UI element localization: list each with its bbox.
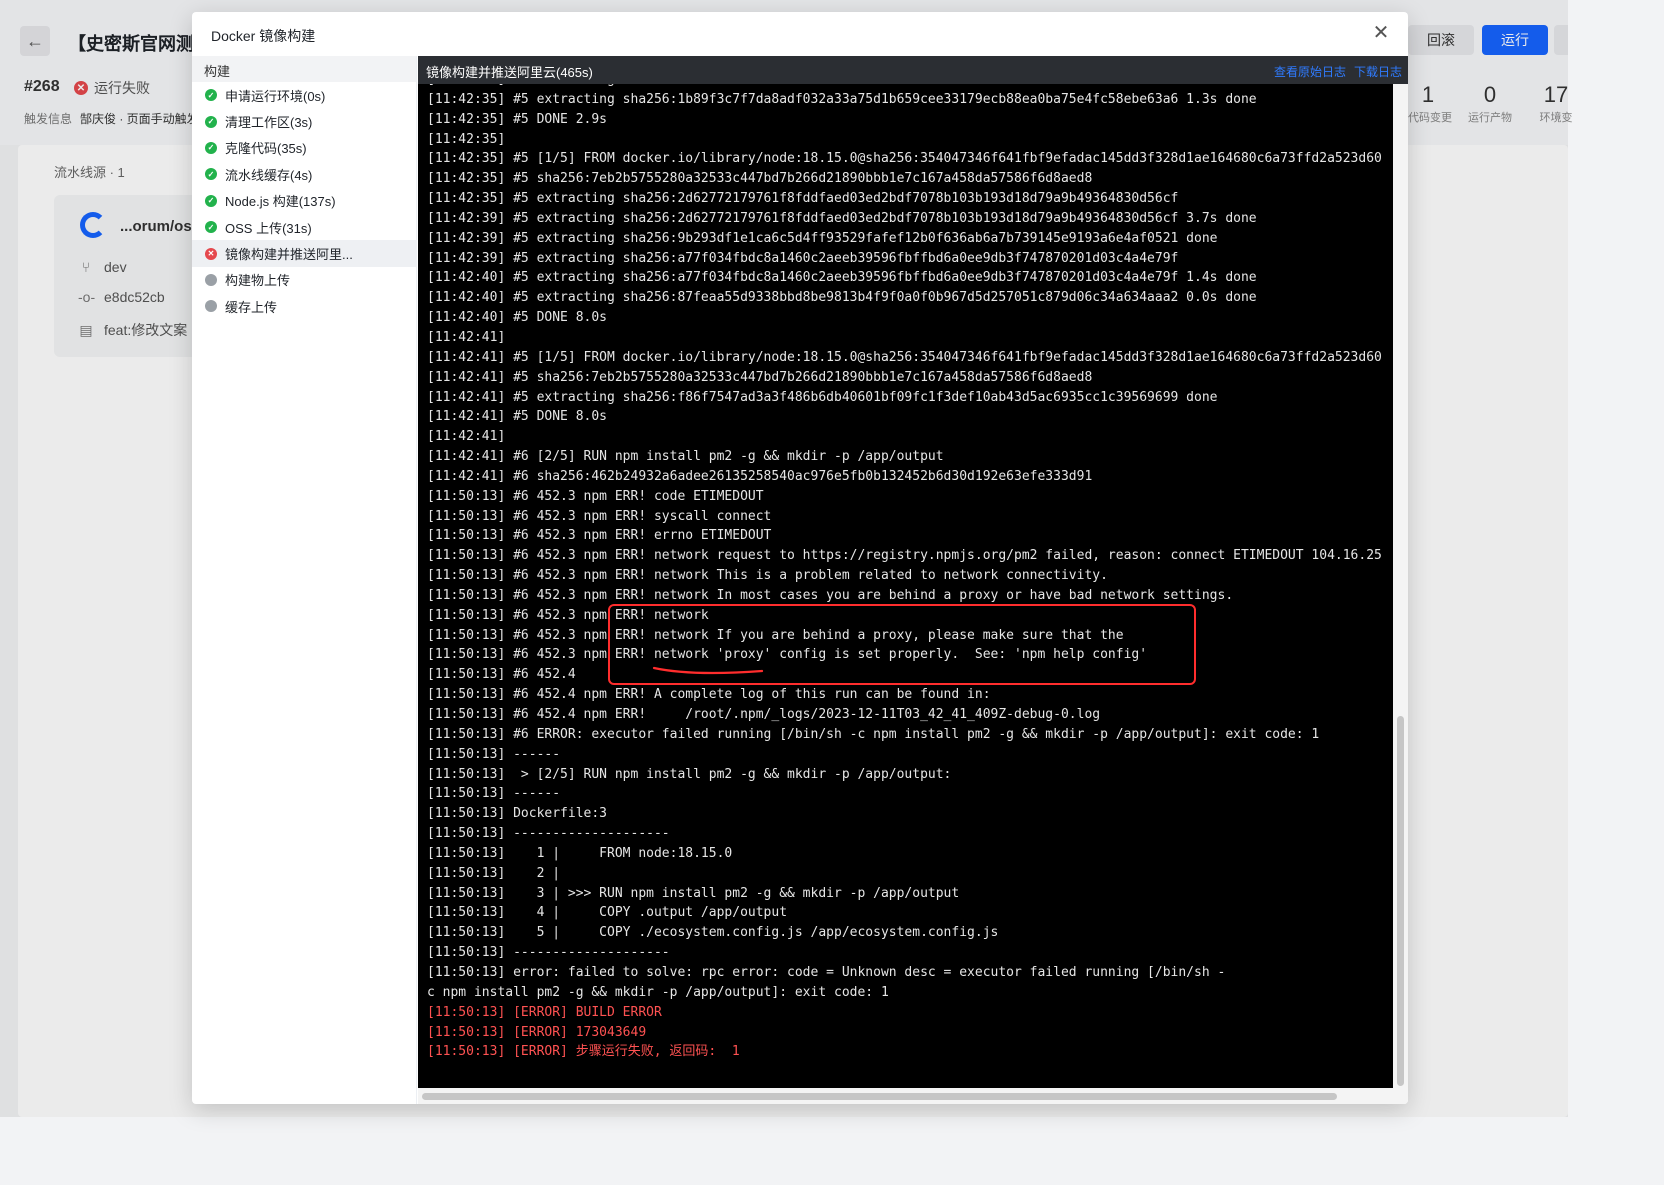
log-line: [11:50:13] error: failed to solve: rpc e…	[427, 964, 1226, 980]
step-label: 申请运行环境(0s)	[225, 88, 326, 104]
log-actions: 查看原始日志 下载日志	[1274, 63, 1402, 80]
log-line: [11:50:13] #6 452.4 npm ERR! /root/.npm/…	[427, 707, 1101, 722]
close-icon[interactable]: ✕	[1370, 22, 1392, 44]
log-line: [11:50:13] #6 ERROR: executor failed run…	[427, 726, 1320, 742]
step-label: OSS 上传(31s)	[225, 220, 312, 236]
vertical-scrollbar-thumb[interactable]	[1397, 716, 1404, 1086]
log-line: [11:42:39] #5 extracting sha256:a77f034f…	[427, 250, 1179, 266]
check-circle-icon: ✓	[205, 168, 217, 181]
modal-title: Docker 镜像构建	[211, 28, 316, 44]
log-line: [11:42:41] #6 sha256:462b24932a6adee2613…	[427, 468, 1093, 484]
clock-icon	[205, 300, 217, 313]
step-item[interactable]: ✓ 流水线缓存(4s)	[192, 161, 416, 187]
step-item[interactable]: ✕ 镜像构建并推送阿里...	[192, 240, 416, 267]
log-line: [11:42:41] #5 sha256:7eb2b5755280a32533c…	[427, 369, 1093, 385]
step-label: 流水线缓存(4s)	[225, 167, 313, 183]
log-line: [11:50:13] 1 | FROM node:18.15.0	[427, 845, 733, 861]
log-line: [11:42:35] #5 sha256:7eb2b5755280a32533c…	[427, 171, 1093, 187]
log-panel: 镜像构建并推送阿里云(465s) 查看原始日志 下载日志 [11:42:34] …	[418, 56, 1408, 1104]
log-line: [11:50:13] ------	[427, 786, 561, 802]
step-item[interactable]: ✓ 申请运行环境(0s)	[192, 82, 416, 108]
download-log-link[interactable]: 下载日志	[1354, 63, 1402, 80]
check-circle-icon: ✓	[205, 141, 217, 154]
log-line: [11:42:40] #5 extracting sha256:a77f034f…	[427, 270, 1257, 286]
step-label: 镜像构建并推送阿里...	[225, 247, 353, 263]
log-line: [11:42:35] #5 extracting sha256:2d627721…	[427, 191, 1179, 207]
log-line: [11:50:13] [ERROR] BUILD ERROR	[427, 1004, 662, 1020]
log-line: [11:50:13] [ERROR] 173043649	[427, 1024, 647, 1040]
log-line: [11:42:41]	[427, 329, 506, 345]
log-line: [11:50:13] #6 452.3 npm ERR! network Thi…	[427, 568, 1108, 584]
log-line: [11:50:13] [ERROR] 步骤运行失败, 返回码: 1	[427, 1044, 740, 1060]
horizontal-scrollbar-thumb[interactable]	[422, 1093, 1337, 1100]
log-line: [11:42:35] #5 extracting sha256:1b89f3c7…	[427, 91, 1257, 107]
log-line: [11:50:13] ------	[427, 746, 561, 762]
step-label: 缓存上传	[225, 299, 278, 315]
log-line: [11:42:41] #5 [1/5] FROM docker.io/libra…	[427, 349, 1382, 365]
step-label: 克隆代码(35s)	[225, 141, 307, 157]
log-line: [11:50:13] --------------------	[427, 826, 670, 842]
check-circle-icon: ✓	[205, 221, 217, 234]
check-circle-icon: ✓	[205, 115, 217, 128]
log-line: [11:50:13] #6 452.4 npm ERR! A complete …	[427, 687, 991, 703]
log-header: 镜像构建并推送阿里云(465s) 查看原始日志 下载日志	[418, 56, 1408, 84]
step-label: 构建物上传	[225, 273, 291, 289]
step-item[interactable]: ✓ 克隆代码(35s)	[192, 135, 416, 161]
log-output[interactable]: [11:42:34] #5 extracting sha256:1b89f3c7…	[418, 84, 1393, 1088]
log-line: [11:42:40] #5 extracting sha256:87feaa55…	[427, 290, 1257, 306]
step-item[interactable]: 缓存上传	[192, 293, 416, 319]
log-line: [11:50:13] #6 452.3 npm ERR! syscall con…	[427, 508, 772, 524]
log-title: 镜像构建并推送阿里云(465s)	[426, 65, 593, 80]
view-raw-log-link[interactable]: 查看原始日志	[1274, 63, 1346, 80]
log-line: [11:42:41] #6 [2/5] RUN npm install pm2 …	[427, 449, 944, 465]
log-line: [11:42:40] #5 DONE 8.0s	[427, 310, 608, 326]
log-line: c npm install pm2 -g && mkdir -p /app/ou…	[427, 984, 889, 1000]
log-line: [11:42:41] #5 extracting sha256:f86f7547…	[427, 389, 1218, 405]
log-line: [11:50:13] 5 | COPY ./ecosystem.config.j…	[427, 925, 999, 941]
log-line: [11:42:35]	[427, 131, 506, 147]
error-circle-icon: ✕	[205, 247, 217, 260]
log-line: [11:42:35] #5 [1/5] FROM docker.io/libra…	[427, 151, 1382, 167]
step-item[interactable]: 构建物上传	[192, 267, 416, 293]
step-label: 清理工作区(3s)	[225, 115, 313, 131]
log-line: [11:50:13] #6 452.3 npm ERR! network req…	[427, 548, 1382, 564]
step-label: Node.js 构建(137s)	[225, 194, 336, 210]
log-line: [11:42:39] #5 extracting sha256:2d627721…	[427, 210, 1257, 226]
build-steps-panel: 构建 ✓ 申请运行环境(0s) ✓ 清理工作区(3s) ✓ 克隆代码(35s) ✓ 流水线缓存…	[192, 56, 417, 1104]
log-line: [11:50:13] #6 452.3 npm ERR! code ETIMED…	[427, 488, 764, 504]
log-line: [11:50:13] 4 | COPY .output /app/output	[427, 905, 788, 921]
log-line: [11:50:13] 3 | >>> RUN npm install pm2 -…	[427, 885, 960, 901]
log-line: [11:50:13] #6 452.3 npm ERR! network In …	[427, 587, 1234, 603]
step-item[interactable]: ✓ 清理工作区(3s)	[192, 108, 416, 134]
clock-icon	[205, 273, 217, 286]
log-line: [11:50:13] #6 452.3 npm ERR! errno ETIME…	[427, 528, 772, 544]
log-line: [11:42:41]	[427, 429, 506, 445]
check-circle-icon: ✓	[205, 194, 217, 207]
log-line: [11:42:39] #5 extracting sha256:9b293df1…	[427, 230, 1218, 246]
log-lines: [11:42:34] #5 extracting sha256:1b89f3c7…	[427, 84, 1382, 1062]
step-list: ✓ 申请运行环境(0s) ✓ 清理工作区(3s) ✓ 克隆代码(35s) ✓ 流水线缓存(4s…	[192, 82, 416, 320]
step-item[interactable]: ✓ OSS 上传(31s)	[192, 214, 416, 240]
log-line: [11:50:13] 2 |	[427, 865, 561, 881]
steps-header: 构建	[192, 56, 416, 82]
docker-build-modal: Docker 镜像构建 ✕ 构建 ✓ 申请运行环境(0s) ✓ 清理工作区(3s) ✓ 克…	[192, 12, 1408, 1104]
log-line: [11:50:13] --------------------	[427, 945, 670, 961]
log-line: [11:42:41] #5 DONE 8.0s	[427, 409, 608, 425]
log-line: [11:42:35] #5 DONE 2.9s	[427, 111, 608, 127]
annotation-underline	[652, 666, 764, 675]
log-line: [11:50:13] > [2/5] RUN npm install pm2 -…	[427, 766, 952, 782]
check-circle-icon: ✓	[205, 89, 217, 102]
log-line: [11:50:13] Dockerfile:3	[427, 806, 608, 822]
step-item[interactable]: ✓ Node.js 构建(137s)	[192, 188, 416, 214]
